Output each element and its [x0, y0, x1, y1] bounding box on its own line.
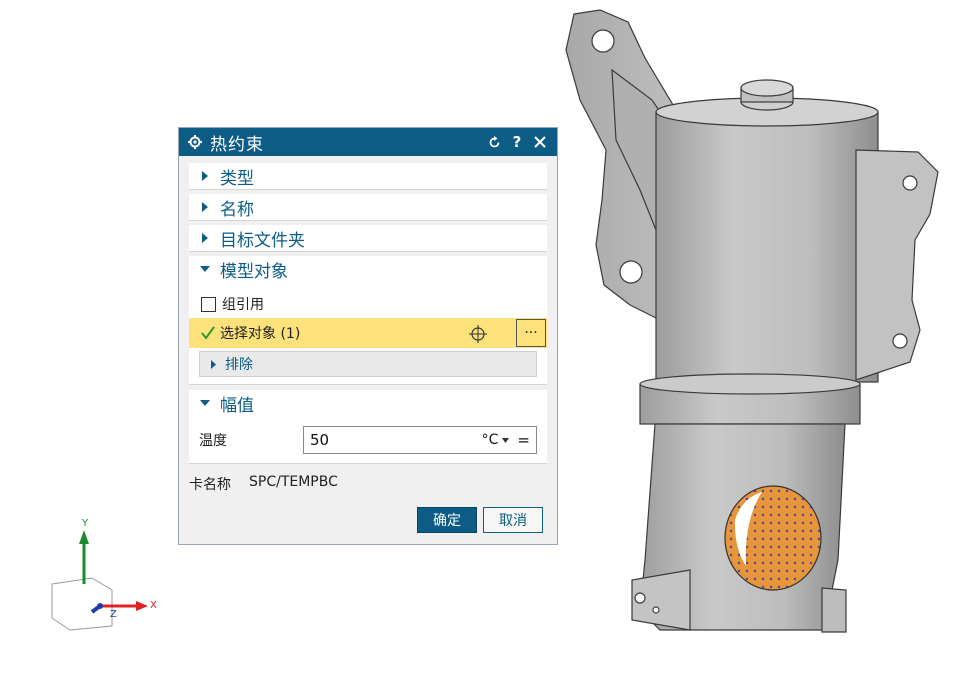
section-target-folder-label: 目标文件夹 — [220, 230, 305, 251]
select-objects-row[interactable]: 选择对象 (1) ··· — [189, 318, 547, 348]
dialog-titlebar[interactable]: 热约束 ? — [179, 128, 557, 156]
select-objects-label: 选择对象 (1) — [220, 326, 301, 342]
chevron-right-icon — [210, 359, 217, 369]
crosshair-icon[interactable] — [469, 325, 487, 343]
section-name-label: 名称 — [220, 199, 254, 220]
close-icon[interactable] — [531, 133, 549, 151]
card-name-value: SPC/TEMPBC — [249, 474, 338, 490]
y-axis-label: Y — [82, 518, 89, 529]
chevron-down-icon — [199, 263, 211, 275]
more-options-button[interactable]: ··· — [516, 319, 546, 347]
section-name[interactable]: 名称 — [189, 194, 547, 221]
dropdown-arrow-icon[interactable] — [502, 437, 510, 443]
chevron-down-icon — [199, 397, 211, 409]
thermal-constraint-dialog: 热约束 ? 类型 名称 目标文件夹 模型对象 组引用 选择对象 (1) ··· … — [178, 127, 558, 545]
ok-button[interactable]: 确定 — [417, 507, 477, 533]
view-triad — [51, 530, 148, 631]
temperature-value[interactable]: 50 — [310, 431, 482, 449]
temperature-unit-dropdown[interactable]: °C — [482, 432, 499, 448]
temperature-input[interactable]: 50 °C = — [303, 426, 537, 454]
z-axis-label: Z — [110, 609, 117, 620]
x-axis-label: X — [150, 600, 157, 611]
section-type[interactable]: 类型 — [189, 163, 547, 190]
section-target-folder[interactable]: 目标文件夹 — [189, 225, 547, 252]
group-reference-checkbox[interactable] — [201, 296, 216, 312]
formula-equals-icon[interactable]: = — [517, 431, 530, 449]
chevron-right-icon — [199, 201, 211, 213]
group-reference-checkbox-row[interactable]: 组引用 — [201, 292, 264, 316]
exclude-subsection[interactable]: 排除 — [199, 351, 537, 377]
gear-icon — [187, 134, 203, 150]
card-name-key: 卡名称 — [189, 477, 231, 493]
cancel-button[interactable]: 取消 — [483, 507, 543, 533]
help-icon[interactable]: ? — [508, 133, 526, 151]
temperature-row: 温度 50 °C = — [199, 426, 537, 454]
section-model-objects-header[interactable]: 模型对象 — [189, 256, 547, 282]
chevron-right-icon — [199, 170, 211, 182]
exclude-label: 排除 — [225, 357, 253, 373]
reset-icon[interactable] — [485, 133, 503, 151]
card-name-row: 卡名称 SPC/TEMPBC — [189, 474, 338, 494]
check-mark-icon — [201, 326, 215, 340]
section-type-label: 类型 — [220, 168, 254, 189]
temperature-label: 温度 — [199, 433, 227, 449]
section-model-objects-label: 模型对象 — [220, 261, 288, 282]
section-magnitude-header[interactable]: 幅值 — [189, 390, 547, 416]
dialog-title: 热约束 — [210, 134, 264, 155]
group-reference-label: 组引用 — [222, 297, 264, 313]
section-magnitude-label: 幅值 — [220, 395, 254, 416]
chevron-right-icon — [199, 232, 211, 244]
